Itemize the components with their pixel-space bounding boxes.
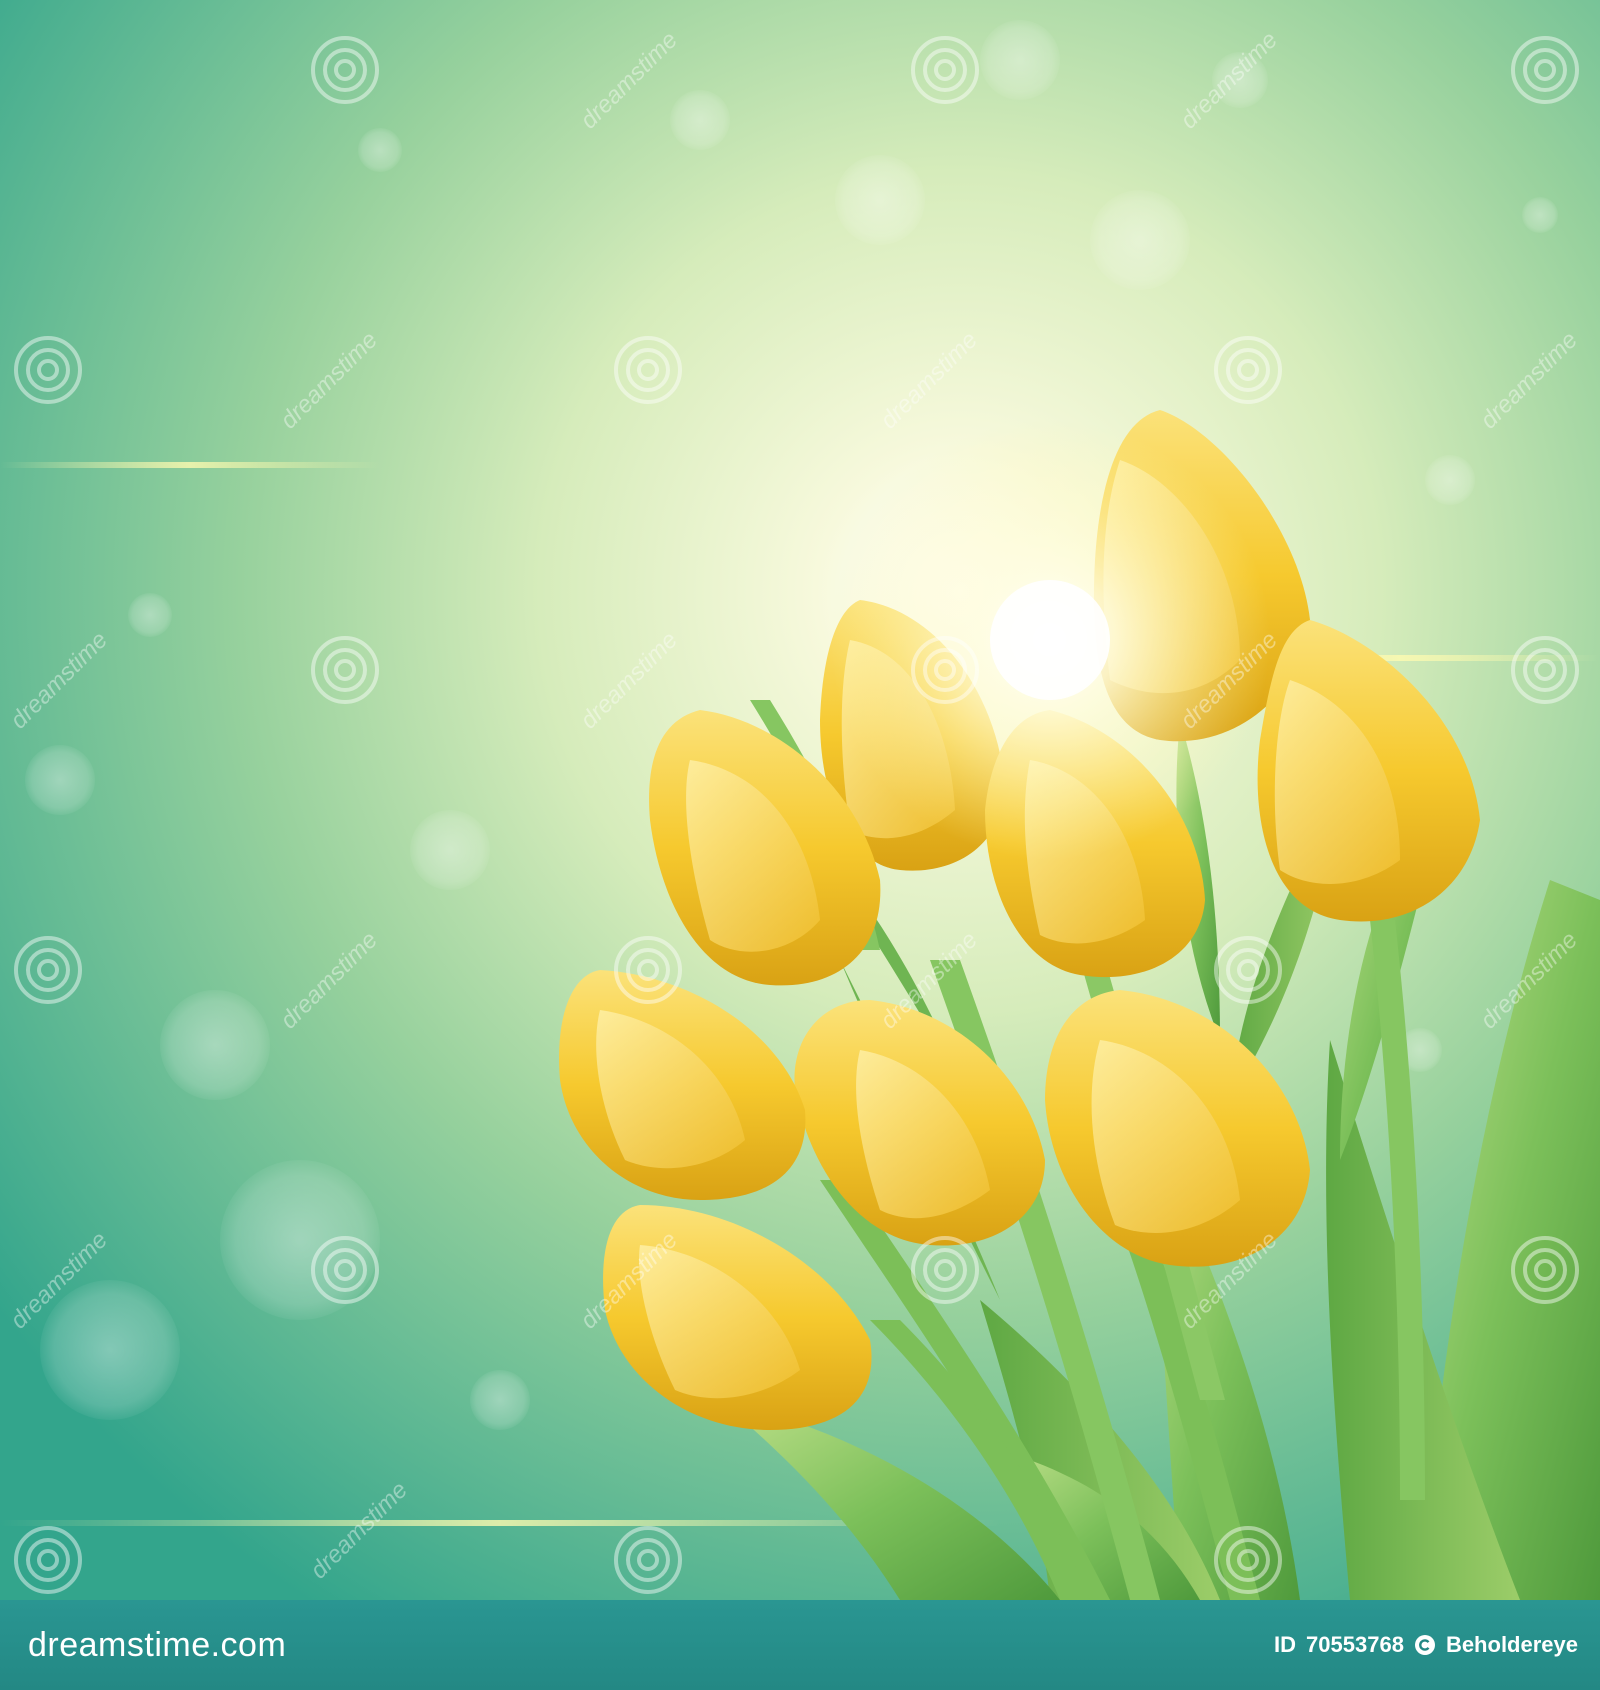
id-label: ID [1274, 1632, 1297, 1657]
image-credit: ID 70553768 Beholdereye [1274, 1632, 1578, 1658]
sun-core [990, 580, 1110, 700]
image-id: 70553768 [1306, 1632, 1404, 1657]
stock-image-page: dreamstime dreamstime dreamstime dreamst… [0, 0, 1600, 1690]
tulip-artwork: dreamstime dreamstime dreamstime dreamst… [0, 0, 1600, 1600]
site-logo-text: dreamstime.com [28, 1625, 287, 1664]
light-beam [0, 462, 380, 468]
site-logo[interactable]: dreamstime.com [28, 1626, 286, 1665]
copyright-icon [1414, 1634, 1436, 1656]
credit-footer: dreamstime.com ID 70553768 Beholdereye [0, 1600, 1600, 1690]
author-name[interactable]: Beholdereye [1446, 1632, 1578, 1658]
